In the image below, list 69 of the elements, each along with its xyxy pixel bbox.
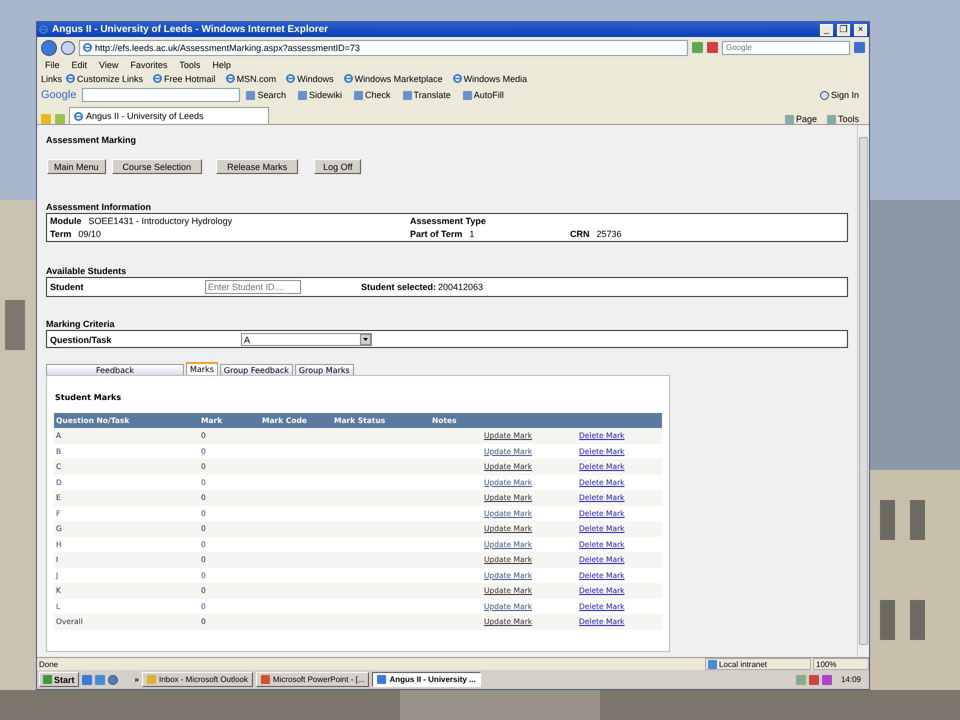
sign-in-button[interactable]: Sign In (820, 90, 859, 100)
nav-button[interactable]: Log Off (314, 159, 362, 174)
field-value: 200412063 (438, 282, 484, 292)
tab[interactable]: Group Marks (294, 364, 354, 375)
maximize-button[interactable]: ❐ (837, 24, 850, 36)
status-text: Done (39, 660, 60, 668)
menu-item[interactable]: Help (208, 60, 235, 70)
link-item[interactable]: Windows Media (452, 74, 528, 84)
tab[interactable]: Group Feedback (220, 364, 293, 375)
link-item[interactable]: Free Hotmail (153, 74, 216, 84)
field-label: Module (50, 216, 82, 226)
scrollbar[interactable] (857, 125, 869, 657)
zone-indicator: Local intranet (705, 658, 811, 670)
taskbar-button[interactable]: Microsoft PowerPoint - [... (256, 672, 370, 687)
field-label: Term (50, 229, 72, 239)
taskbar-button[interactable]: Angus II - University ... (372, 672, 481, 687)
window-title: Angus II - University of Leeds - Windows Internet Explorer (52, 24, 330, 35)
start-button[interactable]: Start (39, 672, 79, 687)
search-field[interactable]: Google (722, 40, 850, 54)
section-heading: Available Students (46, 266, 128, 276)
field-value: 25736 (596, 229, 622, 239)
field-value: 1 (469, 229, 474, 239)
section-heading: Assessment Information (46, 202, 152, 212)
tab[interactable]: Feedback (46, 364, 184, 375)
address-field[interactable]: http://efs.leeds.ac.uk/AssessmentMarking.aspx?assessmentID=73 (79, 40, 688, 56)
field-label: Question/Task (50, 334, 112, 344)
field-label: Student (50, 282, 84, 292)
command-button[interactable]: Tools (826, 114, 859, 124)
toolbar-button[interactable]: Sidewiki (298, 90, 342, 100)
nav-button[interactable]: Course Selection (112, 159, 202, 174)
toolbar-button[interactable]: Search (246, 90, 286, 100)
menu-item[interactable]: View (95, 60, 122, 70)
link-item[interactable]: MSN.com (226, 74, 276, 84)
nav-button[interactable]: Release Marks (216, 159, 298, 174)
menu-item[interactable]: Favorites (126, 60, 172, 70)
toolbar-button[interactable]: AutoFill (462, 90, 504, 100)
field-label: CRN (570, 229, 590, 239)
menu-item[interactable]: File (41, 60, 64, 70)
question-dropdown[interactable]: A (241, 333, 372, 346)
caret-icon (360, 334, 371, 345)
browser-tab[interactable]: Angus II - University of Leeds (69, 107, 269, 124)
field-value: 09/10 (78, 229, 101, 239)
tab[interactable]: Marks (186, 362, 218, 375)
section-heading: Marking Criteria (46, 319, 116, 329)
student-id-field[interactable]: Enter Student ID.... (205, 280, 301, 294)
link-item[interactable]: Customize Links (66, 74, 144, 84)
close-button[interactable]: × (854, 24, 867, 36)
menu-item[interactable]: Tools (175, 60, 204, 70)
field-label: Assessment Type (410, 216, 487, 226)
panel-heading: Student Marks (55, 393, 122, 402)
toolbar-button[interactable]: Check (354, 90, 391, 100)
minimize-button[interactable]: _ (820, 24, 833, 36)
google-logo: Google (41, 89, 76, 101)
zoom-control[interactable]: 100% (813, 658, 869, 670)
nav-button[interactable]: Main Menu (47, 159, 106, 174)
page-title: Assessment Marking (46, 135, 138, 145)
field-label: Student selected: (361, 282, 436, 292)
links-label: Links (41, 74, 62, 84)
menu-item[interactable]: Edit (68, 60, 92, 70)
toolbar-button[interactable]: Translate (402, 90, 451, 100)
field-label: Part of Term (410, 229, 462, 239)
command-button[interactable]: Page (784, 114, 817, 124)
chevron-icon: » (134, 675, 139, 684)
link-item[interactable]: Windows Marketplace (344, 74, 443, 84)
link-item[interactable]: Windows (286, 74, 334, 84)
google-search-field[interactable] (82, 88, 240, 102)
field-value: SOEE1431 - Introductory Hydrology (88, 216, 232, 226)
taskbar-button[interactable]: Inbox - Microsoft Outlook (142, 672, 253, 687)
clock: 14:09 (840, 675, 862, 684)
